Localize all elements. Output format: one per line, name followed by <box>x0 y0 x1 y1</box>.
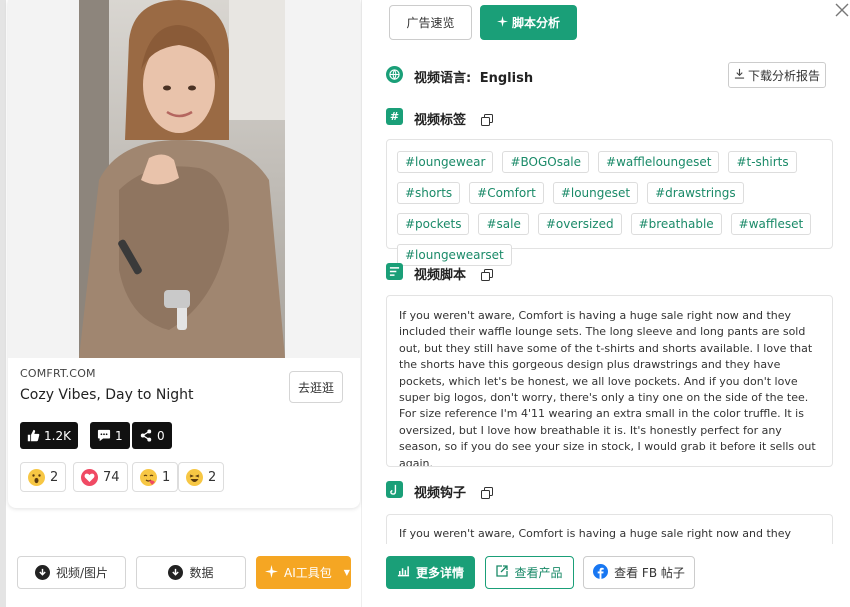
wow-emoji-icon <box>28 468 45 486</box>
tag-chip[interactable]: #shorts <box>397 182 461 204</box>
tag-chip[interactable]: #Comfort <box>469 182 544 204</box>
tab-script-analysis-label: 脚本分析 <box>511 16 560 30</box>
external-link-icon <box>496 565 509 580</box>
video-thumbnail[interactable] <box>79 0 285 358</box>
caret-down-icon[interactable]: ▼ <box>344 568 350 577</box>
view-product-button[interactable]: 查看产品 <box>485 556 574 589</box>
reaction-haha: 2 <box>178 462 225 492</box>
laugh-emoji-icon <box>186 468 203 486</box>
hook-icon <box>386 481 403 498</box>
hook-title: 视频钩子 <box>414 486 467 501</box>
download-icon <box>34 565 50 580</box>
shares-stat: 0 <box>132 422 172 449</box>
tab-ad-overview[interactable]: 广告速览 <box>389 5 472 40</box>
facebook-icon <box>593 563 609 582</box>
sparkle-icon <box>265 564 278 581</box>
tag-chip[interactable]: #breathable <box>630 213 722 235</box>
hook-text: If you weren't aware, Comfort is having … <box>386 514 833 544</box>
ad-detail-modal: COMFRT.COM Cozy Vibes, Day to Night 去逛逛 … <box>0 0 850 607</box>
tag-chip[interactable]: #pockets <box>397 213 470 235</box>
download-media-label: 视频/图片 <box>55 566 109 580</box>
analysis-panel: 广告速览 脚本分析 视频语言: English 下载分析报告 # 视频标签 #l… <box>362 0 850 607</box>
reaction-care: 1 <box>132 462 179 492</box>
likes-stat: 1.2K <box>20 422 78 449</box>
download-data-label: 数据 <box>189 566 214 580</box>
comments-count: 1 <box>115 428 123 443</box>
tag-chip[interactable]: #loungeset <box>552 182 639 204</box>
view-fb-post-button[interactable]: 查看 FB 帖子 <box>583 556 695 589</box>
video-language-value: English <box>479 71 534 86</box>
sparkle-icon <box>496 15 508 30</box>
download-media-button[interactable]: 视频/图片 <box>17 556 126 589</box>
reaction-wow: 2 <box>20 462 67 492</box>
ad-card: COMFRT.COM Cozy Vibes, Day to Night 去逛逛 … <box>8 0 360 508</box>
download-report-label: 下载分析报告 <box>747 68 820 83</box>
close-icon[interactable] <box>835 2 849 21</box>
tag-chip[interactable]: #oversized <box>537 213 622 235</box>
view-fb-post-label: 查看 FB 帖子 <box>614 566 685 580</box>
thumbs-up-icon <box>27 429 40 442</box>
reaction-love: 74 <box>73 462 128 492</box>
ai-toolkit-button[interactable]: AI工具包 ▼ <box>256 556 351 589</box>
visit-store-button[interactable]: 去逛逛 <box>289 371 343 403</box>
post-title: Cozy Vibes, Day to Night <box>20 387 194 403</box>
download-data-button[interactable]: 数据 <box>136 556 246 589</box>
share-icon <box>139 429 153 442</box>
video-language: 视频语言: English <box>414 67 533 86</box>
tags-title: 视频标签 <box>414 113 467 128</box>
more-details-button[interactable]: 更多详情 <box>386 556 475 589</box>
tag-chip[interactable]: #BOGOsale <box>502 151 590 173</box>
reaction-count: 2 <box>50 469 59 485</box>
script-lines-icon <box>386 263 403 280</box>
heart-emoji-icon <box>81 468 98 486</box>
more-details-label: 更多详情 <box>415 566 464 580</box>
tag-chip[interactable]: #loungewear <box>397 151 494 173</box>
script-text: If you weren't aware, Comfort is having … <box>386 295 833 467</box>
bar-chart-icon <box>397 565 410 580</box>
view-product-label: 查看产品 <box>514 566 563 580</box>
hashtag-icon: # <box>386 108 403 125</box>
globe-icon <box>386 66 403 83</box>
likes-count: 1.2K <box>44 428 71 443</box>
tag-chip[interactable]: #waffleloungeset <box>598 151 720 173</box>
care-emoji-icon <box>140 468 157 486</box>
comments-stat: 1 <box>90 422 130 449</box>
script-title: 视频脚本 <box>414 268 467 283</box>
tag-chip[interactable]: #sale <box>478 213 529 235</box>
tag-chip[interactable]: #waffleset <box>730 213 812 235</box>
reaction-count: 2 <box>208 469 217 485</box>
tag-chip[interactable]: #t-shirts <box>728 151 797 173</box>
download-icon <box>168 565 184 580</box>
left-panel: COMFRT.COM Cozy Vibes, Day to Night 去逛逛 … <box>6 0 362 607</box>
ai-toolkit-label: AI工具包 <box>284 566 332 580</box>
copy-icon[interactable] <box>481 266 493 281</box>
comment-icon <box>97 429 111 442</box>
tag-chip[interactable]: #loungewearset <box>397 244 512 266</box>
download-report-button[interactable]: 下载分析报告 <box>728 62 826 88</box>
advertiser-domain[interactable]: COMFRT.COM <box>20 367 96 380</box>
copy-icon[interactable] <box>481 111 493 126</box>
video-language-label: 视频语言: <box>414 71 472 86</box>
reaction-count: 1 <box>162 469 171 485</box>
copy-icon[interactable] <box>481 484 493 499</box>
tag-chip[interactable]: #drawstrings <box>647 182 744 204</box>
tab-script-analysis[interactable]: 脚本分析 <box>480 5 577 40</box>
reaction-count: 74 <box>103 469 120 485</box>
shares-count: 0 <box>157 428 165 443</box>
tags-container: #loungewear #BOGOsale #waffleloungeset #… <box>386 139 833 266</box>
download-icon <box>734 68 745 82</box>
